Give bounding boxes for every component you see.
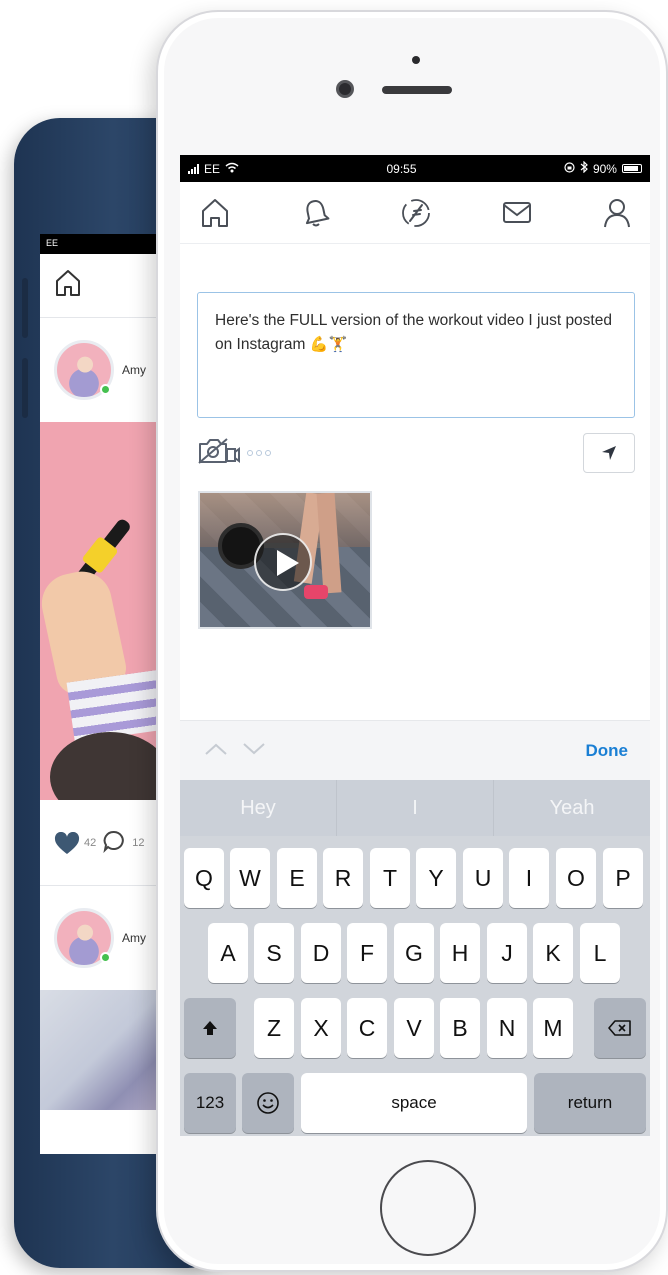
backspace-icon bbox=[608, 1020, 631, 1036]
backspace-key[interactable] bbox=[594, 998, 646, 1058]
emoji-icon bbox=[257, 1092, 279, 1114]
key-y[interactable]: Y bbox=[416, 848, 456, 908]
suggestion-item[interactable]: I bbox=[337, 780, 494, 836]
like-count: 42 bbox=[84, 836, 97, 849]
key-h[interactable]: H bbox=[440, 923, 480, 983]
return-key[interactable]: return bbox=[534, 1073, 646, 1133]
suggestion-item[interactable]: Hey bbox=[180, 780, 337, 836]
space-key[interactable]: space bbox=[301, 1073, 527, 1133]
user-icon[interactable] bbox=[600, 196, 634, 230]
post-author-name[interactable]: Amy bbox=[122, 363, 146, 377]
key-d[interactable]: D bbox=[301, 923, 341, 983]
avatar[interactable] bbox=[54, 908, 114, 968]
bell-icon[interactable] bbox=[299, 196, 333, 230]
key-v[interactable]: V bbox=[394, 998, 434, 1058]
orientation-lock-icon bbox=[564, 161, 575, 176]
key-i[interactable]: I bbox=[509, 848, 549, 908]
key-row-4: 123 space return bbox=[180, 1073, 650, 1133]
status-bar: EE 09:55 90% bbox=[180, 155, 650, 182]
comment-icon[interactable] bbox=[102, 829, 126, 856]
location-arrow-button[interactable] bbox=[583, 433, 635, 473]
key-t[interactable]: T bbox=[370, 848, 410, 908]
numbers-key[interactable]: 123 bbox=[184, 1073, 236, 1133]
shift-icon bbox=[203, 1021, 217, 1035]
chevron-down-icon[interactable] bbox=[242, 740, 266, 761]
key-z[interactable]: Z bbox=[254, 998, 294, 1058]
key-q[interactable]: Q bbox=[184, 848, 224, 908]
signal-icon bbox=[188, 163, 199, 174]
post-author-name[interactable]: Amy bbox=[122, 931, 146, 945]
suggestion-item[interactable]: Yeah bbox=[494, 780, 650, 836]
key-g[interactable]: G bbox=[394, 923, 434, 983]
emoji-key[interactable] bbox=[242, 1073, 294, 1133]
keyboard-accessory-bar: Done bbox=[180, 720, 650, 780]
key-b[interactable]: B bbox=[440, 998, 480, 1058]
mail-icon[interactable] bbox=[500, 196, 534, 230]
volume-down-button bbox=[22, 358, 28, 418]
marketing-stage: EE Amy 42 12 Amy EE 09:55 90% Here's the… bbox=[0, 0, 668, 1275]
key-k[interactable]: K bbox=[533, 923, 573, 983]
key-l[interactable]: L bbox=[580, 923, 620, 983]
home-button[interactable] bbox=[380, 1160, 476, 1256]
key-e[interactable]: E bbox=[277, 848, 317, 908]
suggestion-bar: Hey I Yeah bbox=[180, 780, 650, 836]
earpiece-speaker bbox=[382, 86, 452, 94]
more-options-icon[interactable] bbox=[247, 450, 271, 456]
key-c[interactable]: C bbox=[347, 998, 387, 1058]
post-compose-input[interactable]: Here's the FULL version of the workout v… bbox=[197, 292, 635, 418]
online-indicator bbox=[100, 384, 111, 395]
battery-percent: 90% bbox=[592, 161, 617, 176]
carrier-label: EE bbox=[204, 161, 221, 176]
key-n[interactable]: N bbox=[487, 998, 527, 1058]
front-camera bbox=[336, 80, 354, 98]
proximity-sensor bbox=[412, 56, 420, 64]
chevron-up-icon[interactable] bbox=[204, 740, 228, 761]
key-j[interactable]: J bbox=[487, 923, 527, 983]
online-indicator bbox=[100, 952, 111, 963]
key-x[interactable]: X bbox=[301, 998, 341, 1058]
key-o[interactable]: O bbox=[556, 848, 596, 908]
top-nav bbox=[180, 182, 650, 244]
key-w[interactable]: W bbox=[230, 848, 270, 908]
volume-up-button bbox=[22, 278, 28, 338]
key-p[interactable]: P bbox=[603, 848, 643, 908]
avatar[interactable] bbox=[54, 340, 114, 400]
compose-toolbar bbox=[197, 433, 635, 473]
key-f[interactable]: F bbox=[347, 923, 387, 983]
key-r[interactable]: R bbox=[323, 848, 363, 908]
play-icon[interactable] bbox=[254, 533, 312, 591]
front-phone-screen: EE 09:55 90% Here's the FULL version of … bbox=[180, 155, 650, 1136]
compose-text: Here's the FULL version of the workout v… bbox=[215, 312, 612, 353]
done-button[interactable]: Done bbox=[586, 741, 629, 761]
key-a[interactable]: A bbox=[208, 923, 248, 983]
back-carrier: EE bbox=[46, 238, 59, 248]
key-s[interactable]: S bbox=[254, 923, 294, 983]
shift-key[interactable] bbox=[184, 998, 236, 1058]
wifi-icon bbox=[225, 162, 239, 176]
keyboard: Hey I Yeah Q W E R T Y U I O P A S D F G… bbox=[180, 780, 650, 1136]
field-navigation bbox=[204, 740, 266, 761]
key-m[interactable]: M bbox=[533, 998, 573, 1058]
key-u[interactable]: U bbox=[463, 848, 503, 908]
feather-icon[interactable] bbox=[399, 196, 433, 230]
key-row-3: Z X C V B N M bbox=[180, 998, 650, 1058]
key-row-2: A S D F G H J K L bbox=[180, 923, 650, 983]
camera-icon[interactable] bbox=[197, 435, 241, 472]
home-icon[interactable] bbox=[54, 268, 82, 303]
compose-emojis: 💪🏋 bbox=[309, 336, 348, 353]
battery-icon bbox=[621, 164, 642, 173]
bluetooth-icon bbox=[580, 160, 588, 176]
video-thumbnail[interactable] bbox=[198, 491, 372, 629]
heart-icon[interactable] bbox=[54, 831, 80, 854]
home-icon[interactable] bbox=[198, 196, 232, 230]
status-time: 09:55 bbox=[386, 161, 417, 176]
key-row-1: Q W E R T Y U I O P bbox=[180, 848, 650, 908]
comment-count: 12 bbox=[132, 836, 145, 849]
